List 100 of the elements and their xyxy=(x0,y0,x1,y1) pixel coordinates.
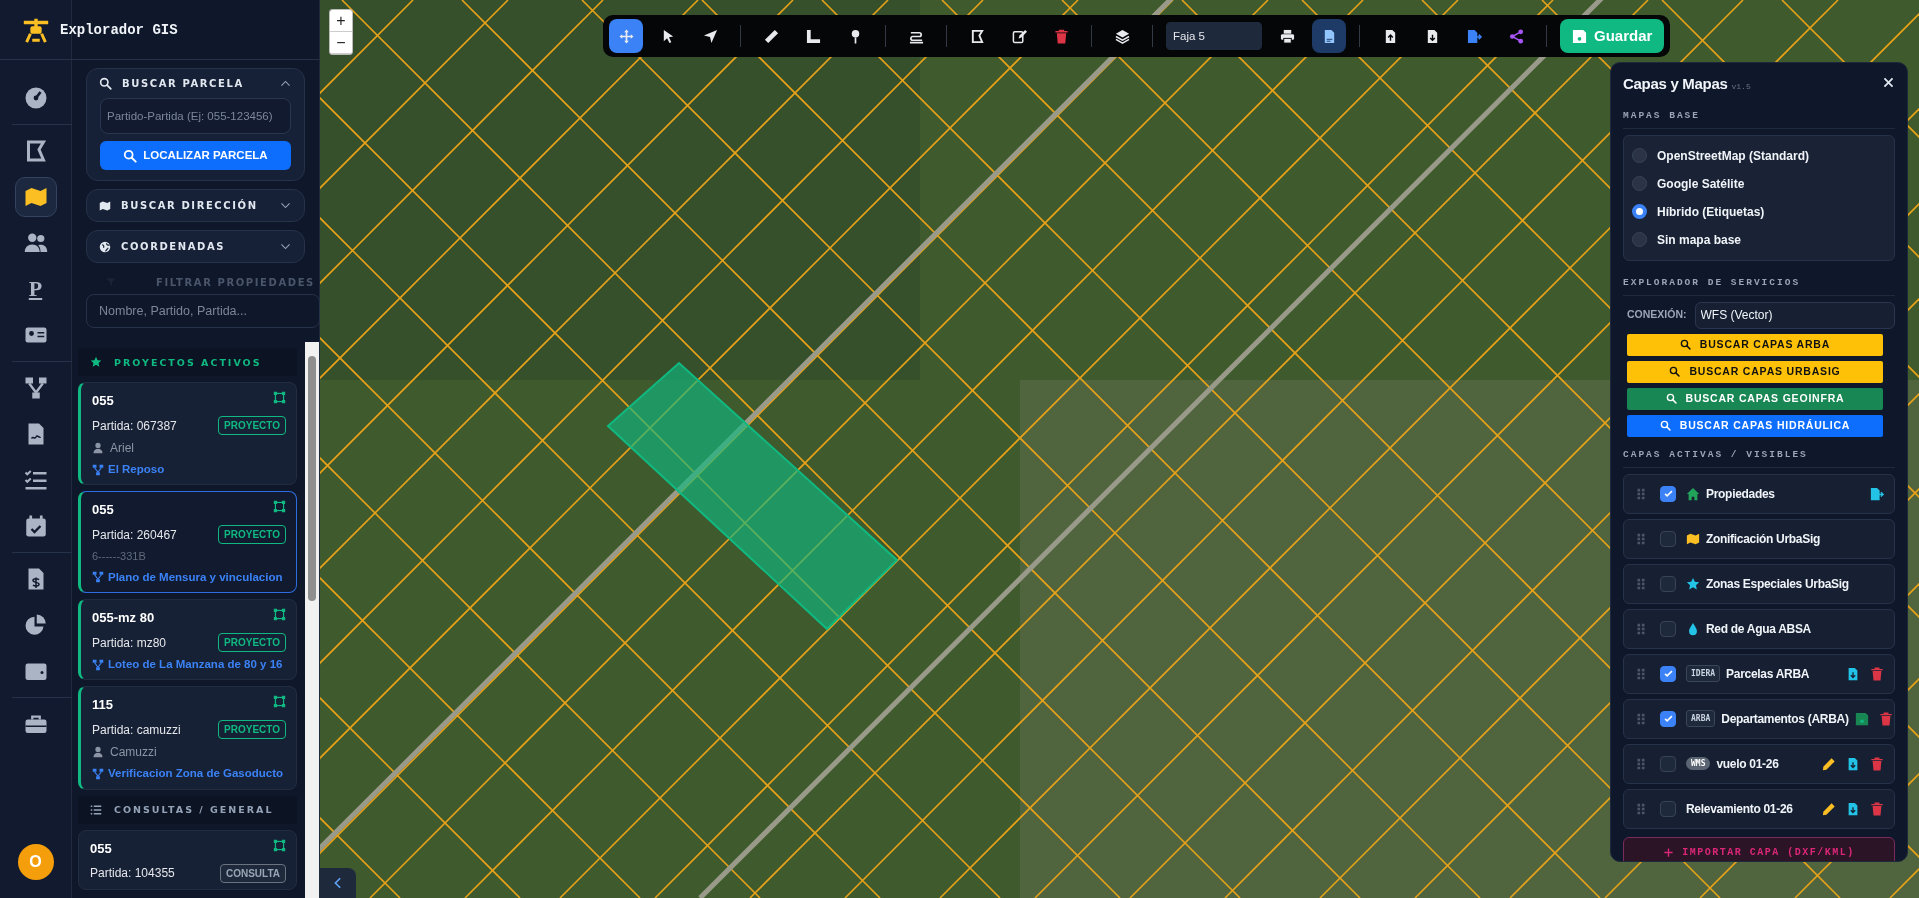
layer-checkbox[interactable] xyxy=(1660,530,1676,547)
layer-checkbox[interactable] xyxy=(1660,800,1676,817)
tool-button[interactable] xyxy=(609,19,643,53)
trash-icon xyxy=(1870,756,1884,771)
layer-name: Red de Agua ABSA xyxy=(1706,620,1811,638)
property-code: 055 xyxy=(92,392,114,410)
users-icon xyxy=(23,231,48,255)
layer-checkbox[interactable] xyxy=(1660,620,1676,637)
radio-label[interactable]: Híbrido (Etiquetas) xyxy=(1657,202,1765,221)
service-search-button[interactable]: BUSCAR CAPAS URBASIG xyxy=(1627,360,1883,383)
layer-row[interactable]: Red de Agua ABSA xyxy=(1623,608,1895,649)
pencil-icon xyxy=(1822,756,1836,771)
property-card[interactable]: 055 Partida: 104355 CONSULTA xyxy=(78,829,297,890)
network-icon xyxy=(92,463,104,476)
parcel-search-field[interactable]: Partido-Partida (Ej: 055-123456) xyxy=(100,98,291,134)
close-button[interactable] xyxy=(1882,76,1895,89)
radio-label[interactable]: OpenStreetMap (Standard) xyxy=(1657,146,1809,165)
property-code: 055-mz 80 xyxy=(92,609,155,627)
property-code: 115 xyxy=(92,696,113,715)
layer-action-button[interactable] xyxy=(1846,801,1860,816)
layer-checkbox[interactable] xyxy=(1660,485,1676,502)
projection-field[interactable]: Faja 5 xyxy=(1166,22,1262,50)
layer-action-button[interactable] xyxy=(1846,666,1860,681)
search-icon xyxy=(1665,393,1677,404)
layer-checkbox[interactable] xyxy=(1660,710,1676,727)
layer-tag: IDERA xyxy=(1686,665,1721,682)
zoom-in-button[interactable]: + xyxy=(330,10,352,32)
trash-icon xyxy=(1870,801,1884,816)
radio-button[interactable] xyxy=(1632,148,1647,163)
layer-tag: WMS xyxy=(1686,757,1711,770)
collapsible-section[interactable]: BUSCAR DIRECCIÓN xyxy=(86,189,305,222)
layer-action-button[interactable] xyxy=(1846,756,1860,771)
service-search-button[interactable]: BUSCAR CAPAS ARBA xyxy=(1627,333,1883,356)
layer-action-button[interactable] xyxy=(1822,801,1836,816)
radio-label[interactable]: Google Satélite xyxy=(1657,174,1745,193)
layer-name: Parcelas ARBA xyxy=(1726,665,1810,683)
gauge-icon xyxy=(23,86,48,110)
trash-icon xyxy=(1870,666,1884,681)
layer-action-button[interactable] xyxy=(1854,711,1869,726)
layer-checkbox[interactable] xyxy=(1660,575,1676,592)
group-title: PROYECTOS ACTIVOS xyxy=(114,356,262,368)
layer-row[interactable]: ARBA Departamentos (ARBA) xyxy=(1623,698,1895,739)
project-link[interactable]: Loteo de La Manzana de 80 y 16 xyxy=(108,656,283,674)
property-card[interactable]: 115 Partida: camuzzi PROYECTO Camuzzi Verificacion Zona de Gasoducto xyxy=(78,686,297,790)
version-label: v1.5 xyxy=(1731,82,1751,91)
layer-row[interactable]: Propiedades xyxy=(1623,473,1895,514)
project-link[interactable]: Verificacion Zona de Gasoducto xyxy=(108,765,284,783)
tool-button[interactable] xyxy=(1312,19,1346,53)
layer-row[interactable]: IDERA Parcelas ARBA xyxy=(1623,653,1895,694)
layer-row[interactable]: WMS vuelo 01-26 xyxy=(1623,743,1895,784)
search-icon xyxy=(99,77,112,90)
toolbox-icon xyxy=(23,712,48,736)
radio-label[interactable]: Sin mapa base xyxy=(1657,230,1742,249)
filter-field[interactable]: Nombre, Partido, Partida... xyxy=(86,294,320,328)
ruler-icon xyxy=(763,28,779,44)
radio-button[interactable] xyxy=(1632,232,1647,247)
property-card[interactable]: 055 Partida: 260467 PROYECTO 6------331B Plano de Mensura y vinculacion xyxy=(78,491,297,593)
user-icon xyxy=(92,442,104,454)
rail-button[interactable] xyxy=(14,177,57,217)
star-icon xyxy=(90,356,102,368)
layer-action-button[interactable] xyxy=(1822,756,1836,771)
radio-button[interactable] xyxy=(1632,204,1647,219)
navigation-arrow-icon xyxy=(702,28,718,44)
project-link[interactable]: Plano de Mensura y vinculacion xyxy=(108,568,283,586)
layer-row[interactable]: Zonas Especiales UrbaSig xyxy=(1623,563,1895,604)
collapsible-section[interactable]: COORDENADAS xyxy=(86,230,305,263)
droplet-icon xyxy=(1686,621,1700,636)
partida-number: Partida: mz80 xyxy=(92,634,167,652)
file-download-icon xyxy=(1846,666,1860,681)
layer-row[interactable]: Relevamiento 01-26 xyxy=(1623,788,1895,829)
vector-square-icon xyxy=(273,391,286,404)
print-icon xyxy=(1279,28,1295,44)
status-badge: PROYECTO xyxy=(218,720,286,740)
property-card[interactable]: 055 Partida: 067387 PROYECTO Ariel El Reposo xyxy=(78,382,297,486)
service-search-button[interactable]: BUSCAR CAPAS GEOINFRA xyxy=(1627,387,1883,410)
layer-name: vuelo 01-26 xyxy=(1716,755,1779,773)
partida-number: Partida: 104355 xyxy=(90,865,175,882)
scrollbar[interactable] xyxy=(305,342,319,898)
section-heading: CAPAS ACTIVAS / VISIBLES xyxy=(1623,448,1895,468)
calendar-icon xyxy=(23,514,48,538)
zoom-out-button[interactable]: − xyxy=(330,32,352,54)
layer-checkbox[interactable] xyxy=(1660,755,1676,772)
owner-name: Camuzzi xyxy=(110,744,157,762)
rail-letter-button[interactable]: P xyxy=(14,269,57,309)
layer-action-button[interactable] xyxy=(1870,486,1884,501)
service-search-button[interactable]: BUSCAR CAPAS HIDRÁULICA xyxy=(1627,414,1883,437)
radio-button[interactable] xyxy=(1632,176,1647,191)
save-icon xyxy=(1572,28,1587,44)
property-card[interactable]: 055-mz 80 Partida: mz80 PROYECTO Loteo de La Manzana de 80 y 16 xyxy=(78,599,297,681)
home-icon xyxy=(1686,486,1700,501)
checklist-icon xyxy=(23,468,48,492)
move-icon xyxy=(618,28,634,44)
layer-row[interactable]: Zonificación UrbaSig xyxy=(1623,518,1895,559)
import-layer-button[interactable]: IMPORTAR CAPA (DXF/KML) xyxy=(1623,836,1895,861)
connection-field[interactable]: WFS (Vector) xyxy=(1694,301,1895,329)
vector-square-icon xyxy=(273,838,286,852)
project-link[interactable]: El Reposo xyxy=(108,461,165,479)
layer-checkbox[interactable] xyxy=(1660,665,1676,682)
locate-parcel-button[interactable]: LOCALIZAR PARCELA xyxy=(100,141,291,170)
search-icon xyxy=(1679,339,1691,350)
